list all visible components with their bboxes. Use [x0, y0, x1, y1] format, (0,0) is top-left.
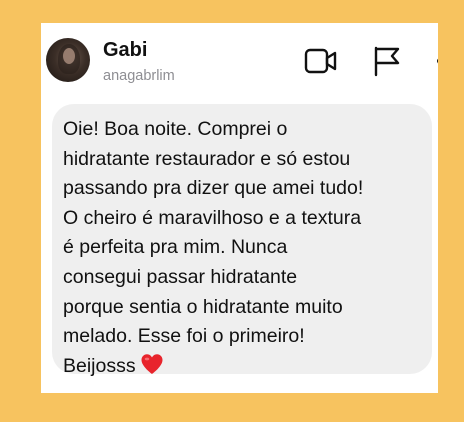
message-line: hidratante restaurador e só estou: [63, 147, 351, 170]
message-line: melado. Esse foi o primeiro!: [63, 325, 305, 348]
heart-emoji-icon: [141, 353, 163, 374]
avatar-face: [63, 48, 75, 64]
message-line: consegui passar hidratante: [63, 265, 298, 288]
avatar[interactable]: [46, 38, 90, 82]
more-icon[interactable]: [432, 55, 438, 67]
contact-name[interactable]: Gabi: [103, 39, 147, 62]
message-line: O cheiro é maravilhoso e a textura: [63, 206, 362, 229]
message-text: Oie! Boa noite. Comprei o hidratante res…: [63, 115, 425, 381]
dm-card: Gabi anagabrlim Oie! Boa noite. Comprei …: [41, 23, 438, 393]
message-line: Beijosss: [63, 354, 136, 377]
message-line: Oie! Boa noite. Comprei o: [63, 118, 288, 140]
message-last-line: Beijosss: [63, 352, 425, 382]
flag-icon[interactable]: [372, 45, 402, 77]
contact-username[interactable]: anagabrlim: [103, 68, 175, 84]
message-line: é perfeita pra mim. Nunca: [63, 236, 288, 259]
video-camera-icon[interactable]: [304, 48, 338, 74]
message-line: passando pra dizer que amei tudo!: [63, 177, 364, 200]
message-line: porque sentia o hidratante muito: [63, 295, 343, 318]
conversation-header: Gabi anagabrlim: [41, 23, 438, 101]
